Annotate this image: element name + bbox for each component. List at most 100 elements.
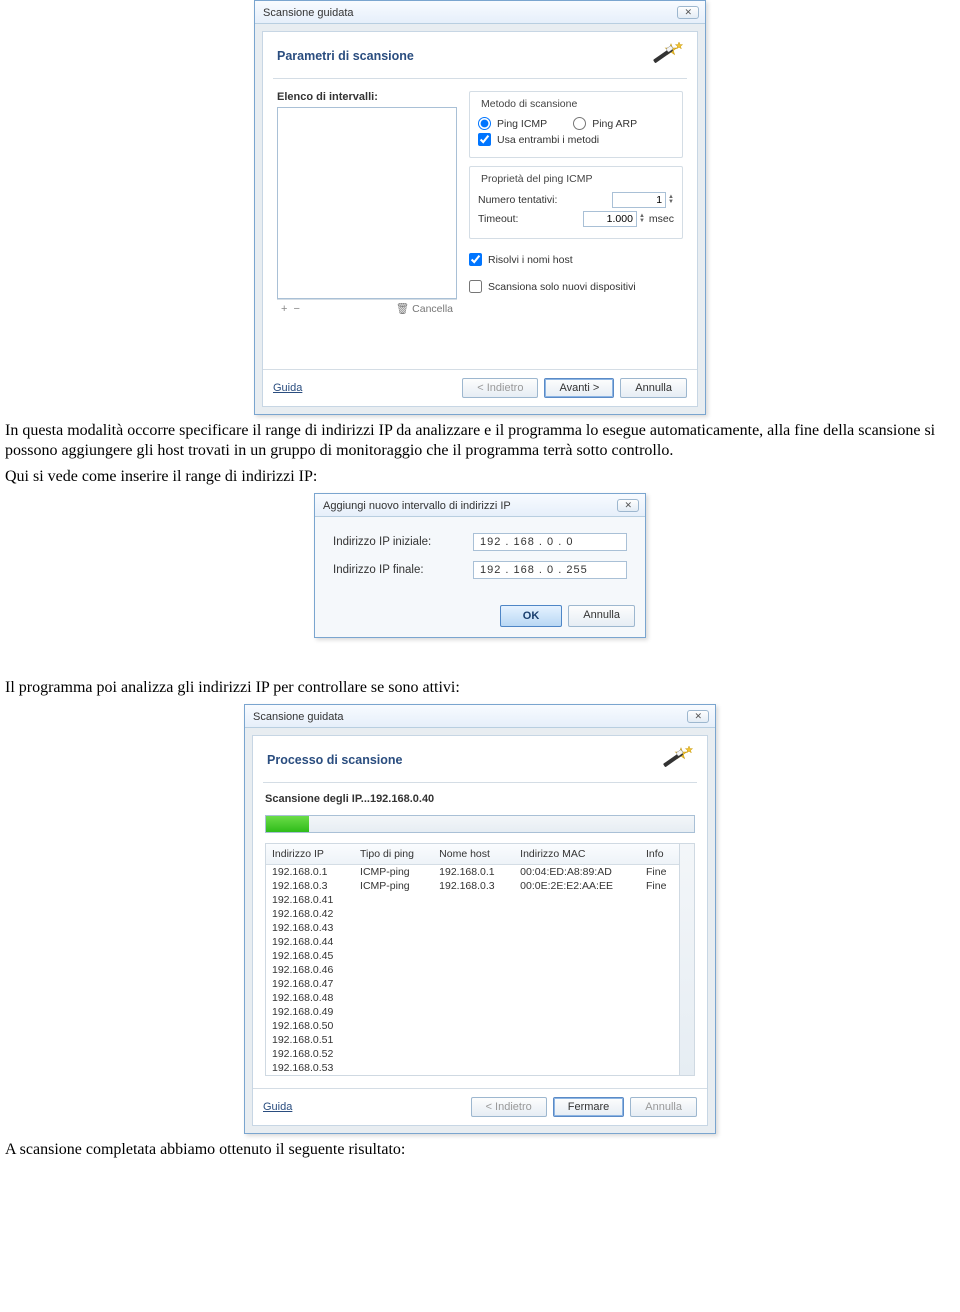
new-devices-label: Scansiona solo nuovi dispositivi <box>488 281 636 293</box>
cell-mac <box>514 907 640 921</box>
cell-host <box>433 1047 514 1061</box>
cell-ping <box>354 1033 433 1047</box>
col-mac[interactable]: Indirizzo MAC <box>514 844 640 865</box>
cell-info <box>640 1033 679 1047</box>
remove-interval-icon[interactable]: − <box>293 303 299 315</box>
table-row[interactable]: 192.168.0.52 <box>266 1047 679 1061</box>
cell-info <box>640 949 679 963</box>
cell-ping <box>354 1019 433 1033</box>
use-both-checkbox[interactable] <box>478 133 491 146</box>
next-button[interactable]: Avanti > <box>544 378 614 398</box>
scrollbar[interactable] <box>679 844 694 1075</box>
table-row[interactable]: 192.168.0.46 <box>266 963 679 977</box>
body-text-3: Il programma poi analizza gli indirizzi … <box>0 678 960 698</box>
back-button[interactable]: < Indietro <box>462 378 538 398</box>
help-link[interactable]: Guida <box>263 1098 292 1116</box>
cell-ip: 192.168.0.50 <box>266 1019 354 1033</box>
ip-range-dialog: Aggiungi nuovo intervallo di indirizzi I… <box>314 493 646 638</box>
help-link[interactable]: Guida <box>273 379 302 397</box>
cell-info <box>640 893 679 907</box>
use-both-label: Usa entrambi i metodi <box>497 134 599 146</box>
cell-mac <box>514 963 640 977</box>
ok-button[interactable]: OK <box>500 605 563 627</box>
dialog-header-title: Processo di scansione <box>267 753 402 767</box>
table-row[interactable]: 192.168.0.47 <box>266 977 679 991</box>
cell-ip: 192.168.0.52 <box>266 1047 354 1061</box>
cell-mac <box>514 1019 640 1033</box>
cell-mac <box>514 1033 640 1047</box>
resolve-host-label: Risolvi i nomi host <box>488 254 573 266</box>
cell-host <box>433 1061 514 1075</box>
titlebar[interactable]: Aggiungi nuovo intervallo di indirizzi I… <box>315 494 645 517</box>
close-icon[interactable]: ✕ <box>687 710 709 723</box>
cell-mac <box>514 1005 640 1019</box>
resolve-host-checkbox[interactable] <box>469 253 482 266</box>
timeout-input[interactable] <box>583 211 637 227</box>
table-row[interactable]: 192.168.0.49 <box>266 1005 679 1019</box>
table-row[interactable]: 192.168.0.44 <box>266 935 679 949</box>
table-row[interactable]: 192.168.0.50 <box>266 1019 679 1033</box>
cell-info <box>640 1047 679 1061</box>
clear-label: Cancella <box>412 303 453 315</box>
table-row[interactable]: 192.168.0.3ICMP-ping192.168.0.300:0E:2E:… <box>266 879 679 893</box>
table-row[interactable]: 192.168.0.1ICMP-ping192.168.0.100:04:ED:… <box>266 865 679 880</box>
titlebar[interactable]: Scansione guidata ✕ <box>255 1 705 24</box>
dialog-header-title: Parametri di scansione <box>277 49 414 63</box>
ping-icmp-radio[interactable] <box>478 117 491 130</box>
cell-mac <box>514 977 640 991</box>
cell-info <box>640 921 679 935</box>
cell-ip: 192.168.0.1 <box>266 865 354 880</box>
ip-start-label: Indirizzo IP iniziale: <box>333 536 431 548</box>
new-devices-checkbox[interactable] <box>469 280 482 293</box>
window-title: Scansione guidata <box>263 7 354 19</box>
attempts-input[interactable] <box>612 192 666 208</box>
results-table: Indirizzo IP Tipo di ping Nome host Indi… <box>266 844 679 1075</box>
stop-button[interactable]: Fermare <box>553 1097 625 1117</box>
timeout-spinner-icon[interactable]: ▲▼ <box>639 214 645 224</box>
cell-ping <box>354 1005 433 1019</box>
scan-method-group: Metodo di scansione Ping ICMP Ping ARP U… <box>469 91 683 158</box>
col-info[interactable]: Info <box>640 844 679 865</box>
table-row[interactable]: 192.168.0.45 <box>266 949 679 963</box>
window-title: Aggiungi nuovo intervallo di indirizzi I… <box>323 500 511 512</box>
cell-ip: 192.168.0.49 <box>266 1005 354 1019</box>
table-row[interactable]: 192.168.0.51 <box>266 1033 679 1047</box>
add-interval-icon[interactable]: + <box>281 303 287 315</box>
cell-ping <box>354 991 433 1005</box>
table-row[interactable]: 192.168.0.48 <box>266 991 679 1005</box>
titlebar[interactable]: Scansione guidata ✕ <box>245 705 715 728</box>
cell-host <box>433 963 514 977</box>
cell-ip: 192.168.0.46 <box>266 963 354 977</box>
back-button[interactable]: < Indietro <box>471 1097 547 1117</box>
ip-start-input[interactable]: 192 . 168 . 0 . 0 <box>473 533 627 551</box>
cell-host <box>433 977 514 991</box>
col-ip[interactable]: Indirizzo IP <box>266 844 354 865</box>
ip-end-input[interactable]: 192 . 168 . 0 . 255 <box>473 561 627 579</box>
cancel-button[interactable]: Annulla <box>630 1097 697 1117</box>
close-icon[interactable]: ✕ <box>617 499 639 512</box>
icmp-props-group: Proprietà del ping ICMP Numero tentativi… <box>469 166 683 239</box>
cell-mac <box>514 1061 640 1075</box>
cell-host <box>433 935 514 949</box>
cancel-button[interactable]: Annulla <box>620 378 687 398</box>
cancel-button[interactable]: Annulla <box>568 605 635 627</box>
interval-listbox[interactable] <box>277 107 457 299</box>
col-host[interactable]: Nome host <box>433 844 514 865</box>
attempts-spinner-icon[interactable]: ▲▼ <box>668 195 674 205</box>
wizard-icon <box>659 746 693 774</box>
cell-info <box>640 1005 679 1019</box>
body-text-2: Qui si vede come inserire il range di in… <box>0 467 960 487</box>
ping-arp-radio[interactable] <box>573 117 586 130</box>
cell-ping <box>354 907 433 921</box>
cell-ip: 192.168.0.41 <box>266 893 354 907</box>
table-row[interactable]: 192.168.0.53 <box>266 1061 679 1075</box>
timeout-label: Timeout: <box>478 213 518 225</box>
clear-intervals-button[interactable]: 🗑 Cancella <box>396 302 457 315</box>
table-row[interactable]: 192.168.0.42 <box>266 907 679 921</box>
table-row[interactable]: 192.168.0.43 <box>266 921 679 935</box>
cell-ping <box>354 935 433 949</box>
col-ping[interactable]: Tipo di ping <box>354 844 433 865</box>
close-icon[interactable]: ✕ <box>677 6 699 19</box>
table-row[interactable]: 192.168.0.41 <box>266 893 679 907</box>
cell-host: 192.168.0.1 <box>433 865 514 880</box>
